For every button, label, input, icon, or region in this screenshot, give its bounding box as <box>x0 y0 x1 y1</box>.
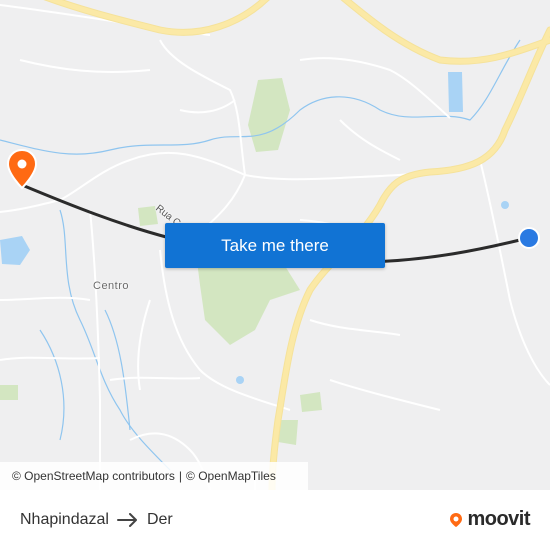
take-me-there-button[interactable]: Take me there <box>165 223 385 268</box>
map-canvas[interactable]: Rua C Centro Take me there © OpenStreetM… <box>0 0 550 490</box>
origin-label: Nhapindazal <box>20 511 109 528</box>
map-attribution: © OpenStreetMap contributors | © OpenMap… <box>0 462 308 490</box>
osm-attribution-link[interactable]: © OpenStreetMap contributors <box>12 469 175 483</box>
destination-label: Der <box>146 511 173 528</box>
tiles-attribution-link[interactable]: © OpenMapTiles <box>186 469 276 483</box>
destination-pin-icon[interactable] <box>6 148 38 190</box>
route-summary: Nhapindazal Der <box>20 511 173 529</box>
arrow-right-icon <box>116 513 139 527</box>
place-label-centro: Centro <box>93 280 130 292</box>
attribution-separator: | <box>178 469 183 483</box>
moovit-logo: moovit <box>448 508 530 531</box>
origin-marker[interactable] <box>518 227 540 249</box>
brand-name: moovit <box>467 508 530 530</box>
moovit-pin-icon <box>450 512 463 527</box>
